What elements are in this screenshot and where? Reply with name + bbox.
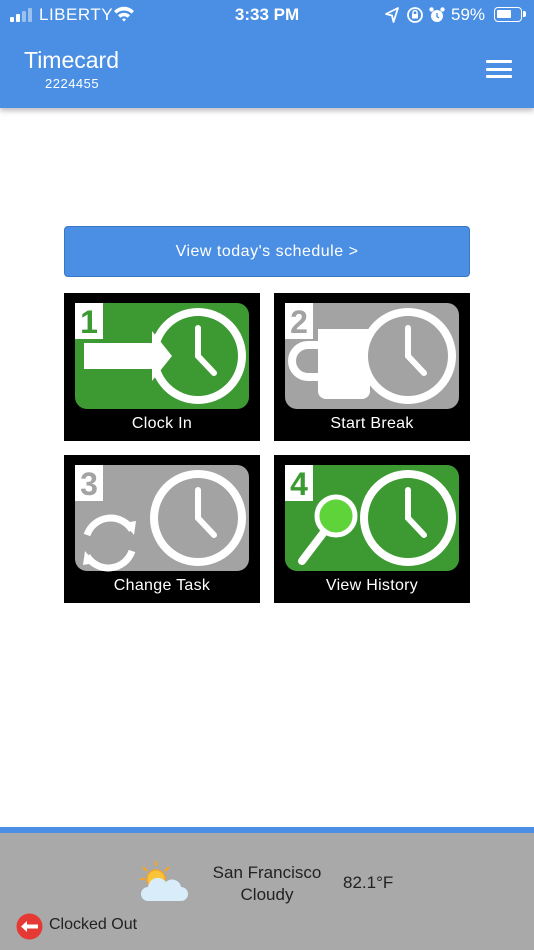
weather-condition: Cloudy (240, 885, 294, 904)
tile-number: 3 (80, 466, 98, 502)
alarm-icon (429, 7, 445, 22)
app-header: LIBERTY 3:33 PM 59% Timecard 2224455 (0, 0, 534, 108)
battery-percent: 59% (451, 5, 486, 24)
battery-icon (494, 7, 526, 22)
city-name: San Francisco (212, 863, 322, 882)
tile-number: 1 (80, 304, 98, 340)
change-task-tile[interactable]: 3 Change Task (64, 455, 260, 603)
tile-label: Clock In (131, 415, 193, 432)
clock-status-text: Clocked Out (49, 916, 138, 933)
weather-location: San Francisco Cloudy (190, 862, 344, 906)
tile-label: View History (325, 577, 419, 594)
tile-label: Change Task (113, 577, 211, 594)
status-icons (385, 7, 445, 23)
rotation-lock-icon (407, 7, 423, 23)
clock-status: Clocked Out (16, 913, 137, 940)
view-history-tile[interactable]: 4 View History (274, 455, 470, 603)
tile-label: Start Break (330, 415, 414, 432)
temperature: 82.1°F (343, 873, 394, 892)
tile-number: 2 (290, 304, 308, 340)
status-footer: San Francisco Cloudy 82.1°F Clocked Out (0, 827, 534, 950)
clocked-out-arrow-icon (16, 913, 43, 940)
view-schedule-button[interactable]: View today's schedule > (64, 226, 470, 277)
location-arrow-icon (385, 7, 399, 23)
employee-id: 2224455 (45, 76, 100, 91)
hamburger-icon[interactable] (484, 58, 514, 80)
partly-cloudy-icon (140, 861, 188, 901)
clock-in-tile[interactable]: 1 Clock In (64, 293, 260, 441)
tile-number: 4 (290, 466, 308, 502)
start-break-tile[interactable]: 2 Start Break (274, 293, 470, 441)
page-title: Timecard (24, 47, 119, 73)
status-bar: LIBERTY 3:33 PM 59% (0, 0, 534, 32)
